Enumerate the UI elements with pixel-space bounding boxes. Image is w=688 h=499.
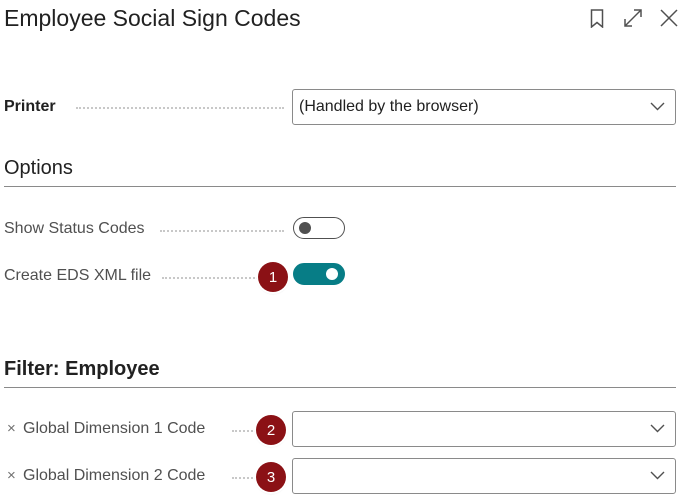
chevron-down-icon: [650, 471, 665, 480]
filter-section-title: Filter: Employee: [4, 358, 160, 380]
create-eds-xml-toggle[interactable]: [293, 263, 345, 285]
callout-badge-2: 2: [256, 415, 286, 445]
global-dimension-1-dots: [232, 430, 256, 432]
global-dimension-2-select[interactable]: [292, 458, 676, 494]
options-divider: [4, 186, 676, 187]
close-icon[interactable]: [658, 7, 680, 29]
printer-label: Printer: [4, 98, 56, 115]
create-eds-xml-dots: [162, 277, 258, 279]
global-dimension-2-dots: [232, 477, 256, 479]
chevron-down-icon: [650, 102, 665, 111]
callout-badge-1: 1: [258, 262, 288, 292]
global-dimension-1-label: Global Dimension 1 Code: [23, 420, 206, 437]
expand-icon[interactable]: [622, 7, 644, 29]
printer-dots: [76, 107, 284, 109]
show-status-codes-dots: [160, 230, 284, 232]
global-dimension-2-label: Global Dimension 2 Code: [23, 467, 206, 484]
show-status-codes-toggle[interactable]: [293, 217, 345, 239]
filter-divider: [4, 387, 676, 388]
printer-select-value: (Handled by the browser): [299, 98, 479, 115]
remove-filter-1-icon[interactable]: ×: [7, 420, 16, 437]
options-section-title: Options: [4, 157, 73, 179]
toggle-knob: [299, 221, 311, 234]
toggle-knob: [326, 267, 338, 280]
create-eds-xml-label: Create EDS XML file: [4, 267, 152, 284]
window-controls: [586, 4, 680, 32]
global-dimension-1-select[interactable]: [292, 411, 676, 447]
callout-badge-3: 3: [256, 462, 286, 492]
bookmark-icon[interactable]: [586, 7, 608, 29]
printer-select[interactable]: (Handled by the browser): [292, 89, 676, 125]
chevron-down-icon: [650, 424, 665, 433]
page-title: Employee Social Sign Codes: [4, 5, 301, 31]
show-status-codes-label: Show Status Codes: [4, 220, 145, 237]
remove-filter-2-icon[interactable]: ×: [7, 467, 16, 484]
